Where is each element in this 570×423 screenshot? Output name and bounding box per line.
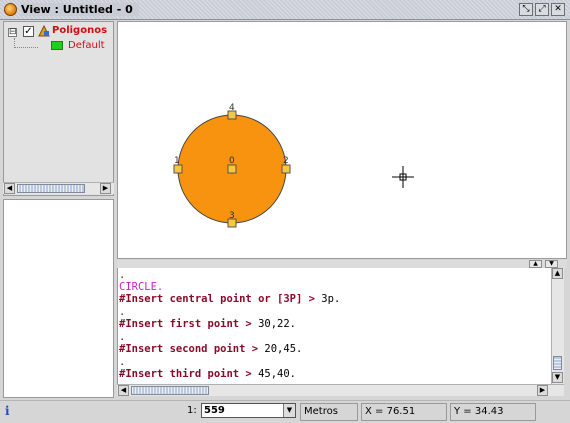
legend-symbol [51, 41, 63, 50]
restore-icon[interactable]: ⤡ [519, 3, 533, 16]
vertex-label-2: 2 [283, 156, 289, 166]
collapse-icon[interactable]: ⊟ [8, 28, 17, 37]
map-drawing: 0 1 2 3 4 [173, 103, 414, 228]
layer-name[interactable]: Poligonos [52, 25, 107, 36]
vertex-handle-west [173, 164, 183, 174]
map-canvas[interactable]: 0 1 2 3 4 [117, 21, 567, 259]
vertex-handle-center [227, 164, 237, 174]
scale-select[interactable]: 559 ▼ [201, 403, 296, 418]
console-line: #Insert first point > 30,22. [119, 318, 297, 330]
x-coordinate-field: X = 76.51 [361, 403, 447, 421]
locator-map[interactable] [3, 199, 114, 398]
close-icon[interactable]: ✕ [551, 3, 565, 16]
command-console[interactable]: . CIRCLE. #Insert central point or [3P] … [117, 268, 551, 384]
info-icon[interactable]: i [5, 404, 10, 418]
scroll-down-icon[interactable]: ▼ [552, 372, 563, 383]
scroll-right-icon[interactable]: ▶ [100, 183, 111, 194]
crosshair-cursor-icon [392, 166, 414, 188]
window-title: View : Untitled - 0 [21, 3, 139, 16]
vertex-label-3: 3 [229, 211, 235, 221]
chevron-down-icon[interactable]: ▼ [283, 404, 295, 417]
scroll-left-icon[interactable]: ◀ [4, 183, 15, 194]
legend-label: Default [68, 40, 105, 51]
panel-splitter[interactable]: ▲ ▼ [117, 260, 567, 268]
split-up-icon[interactable]: ▲ [529, 260, 542, 268]
scroll-up-icon[interactable]: ▲ [552, 268, 563, 279]
scroll-right-icon[interactable]: ▶ [537, 385, 548, 396]
polygon-layer-icon [38, 25, 50, 37]
console-vscrollbar[interactable]: ▲ ▼ [551, 268, 564, 384]
units-field: Metros [300, 403, 358, 421]
maximize-icon[interactable]: ⤢ [535, 3, 549, 16]
console-line: #Insert second point > 20,45. [119, 343, 303, 355]
toc-hscrollbar[interactable]: ◀ ▶ [3, 182, 114, 194]
vertex-label-0: 0 [229, 156, 235, 166]
console-vscroll-thumb[interactable] [553, 356, 562, 370]
vertex-handle-east [281, 164, 291, 174]
table-of-contents: ⊟ ✓ Poligonos Default [3, 21, 114, 196]
scroll-left-icon[interactable]: ◀ [118, 385, 129, 396]
gvsig-globe-icon [4, 3, 17, 16]
layer-visibility-checkbox[interactable]: ✓ [23, 26, 34, 37]
vertex-label-4: 4 [229, 103, 235, 113]
status-bar: i 1: 559 ▼ Metros X = 76.51 Y = 34.43 [0, 400, 570, 423]
toc-scroll-thumb[interactable] [17, 184, 85, 193]
scale-prefix: 1: [187, 405, 197, 416]
y-coordinate-field: Y = 34.43 [450, 403, 536, 421]
console-line: #Insert third point > 45,40. [119, 368, 297, 380]
console-line: #Insert central point or [3P] > 3p. [119, 293, 341, 305]
tree-connector [14, 38, 38, 48]
scale-value: 559 [204, 405, 225, 416]
vertex-label-1: 1 [174, 156, 180, 166]
split-down-icon[interactable]: ▼ [545, 260, 558, 268]
console-hscroll-thumb[interactable] [131, 386, 209, 395]
console-hscrollbar[interactable]: ◀ ▶ [117, 384, 564, 396]
window-titlebar[interactable]: View : Untitled - 0 ⤡ ⤢ ✕ [0, 0, 570, 20]
